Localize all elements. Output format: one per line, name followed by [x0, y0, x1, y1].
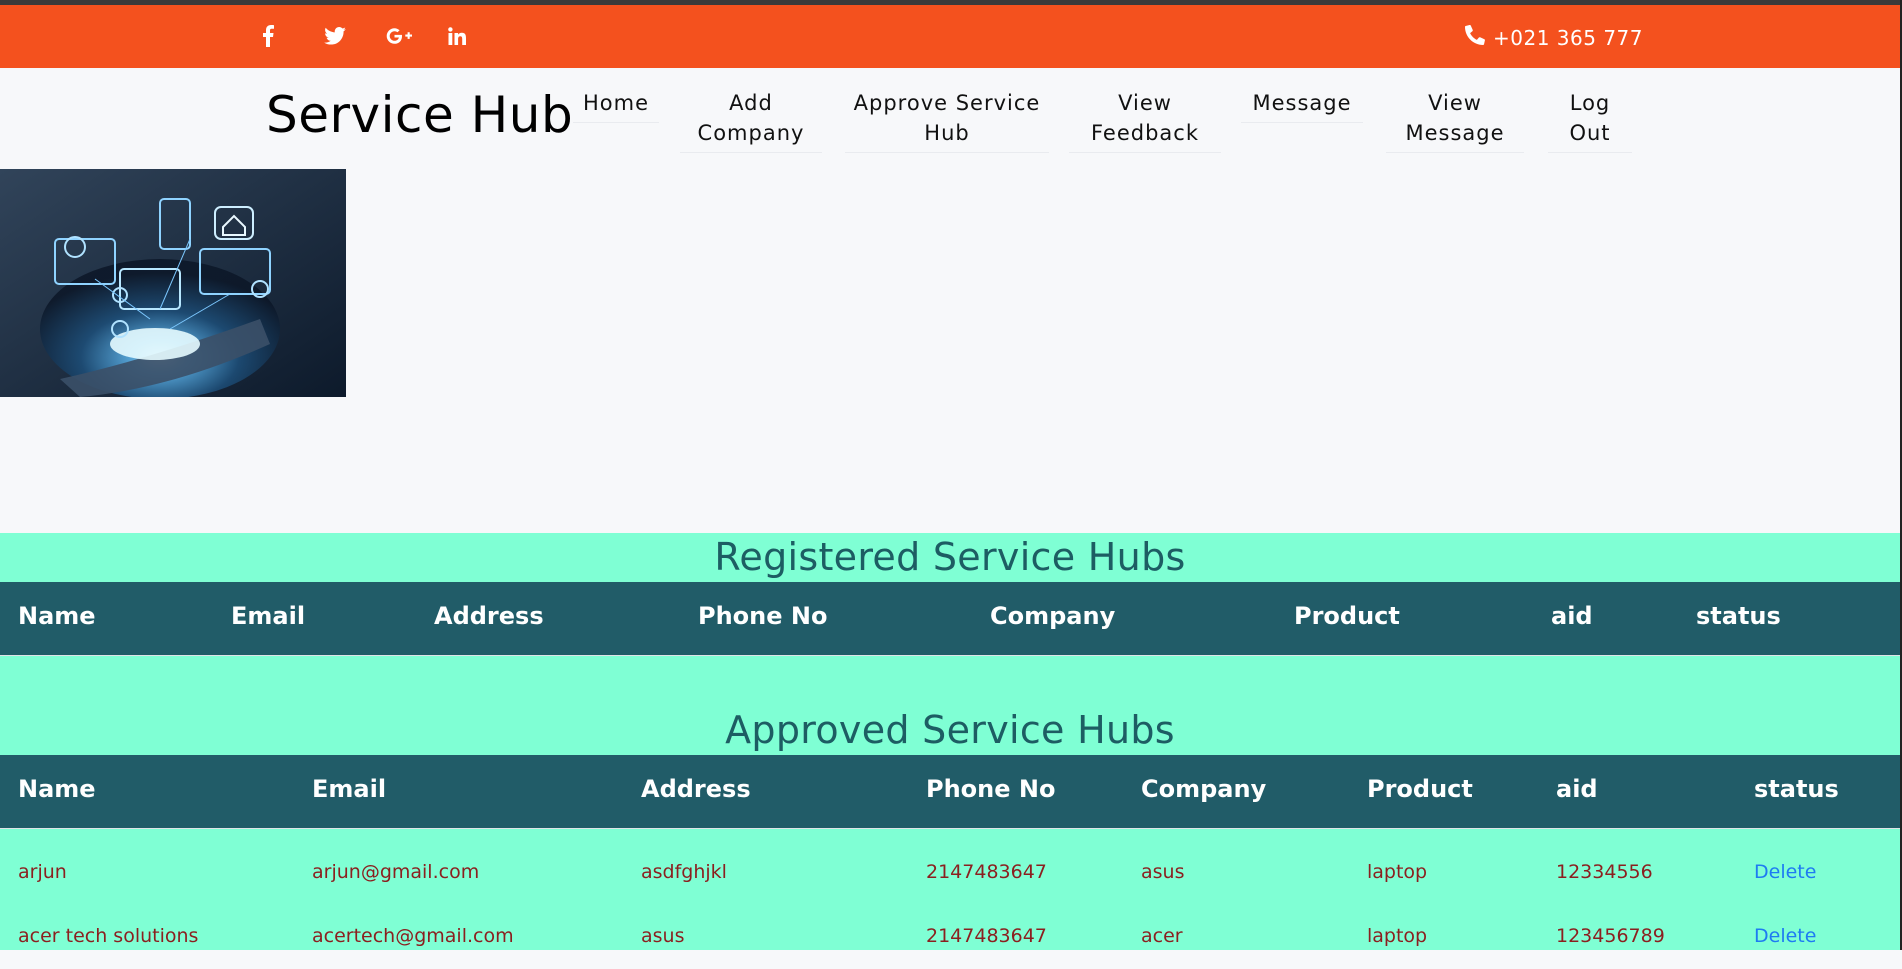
col-status: status — [1696, 602, 1781, 630]
nav-item-message[interactable]: Message — [1241, 88, 1363, 123]
cell-name: arjun — [18, 861, 67, 883]
cell-company: acer — [1141, 925, 1183, 947]
table-row: arjun arjun@gmail.com asdfghjkl 21474836… — [0, 845, 1900, 905]
approved-heading: Approved Service Hubs — [725, 708, 1175, 752]
table-row: acer tech solutions acertech@gmail.com a… — [0, 909, 1900, 969]
nav-item-home[interactable]: Home — [573, 88, 659, 123]
col-address: Address — [434, 602, 544, 630]
col-name: Name — [18, 775, 96, 803]
social-links — [262, 21, 510, 51]
col-company: Company — [1141, 775, 1267, 803]
nav-item-view-message[interactable]: View Message — [1386, 88, 1524, 153]
facebook-icon[interactable] — [262, 21, 324, 51]
col-phone: Phone No — [926, 775, 1056, 803]
approved-table-header: Name Email Address Phone No Company Prod… — [0, 755, 1900, 829]
col-email: Email — [231, 602, 306, 630]
col-status: status — [1754, 775, 1839, 803]
nav-item-view-feedback[interactable]: View Feedback — [1069, 88, 1221, 153]
cell-email: arjun@gmail.com — [312, 861, 480, 883]
hero-image — [0, 169, 346, 397]
cell-name: acer tech solutions — [18, 925, 199, 947]
registered-heading: Registered Service Hubs — [714, 535, 1186, 579]
col-email: Email — [312, 775, 387, 803]
col-address: Address — [641, 775, 751, 803]
col-name: Name — [18, 602, 96, 630]
cell-aid: 12334556 — [1556, 861, 1653, 883]
cell-product: laptop — [1367, 925, 1428, 947]
cell-company: asus — [1141, 861, 1185, 883]
top-bar: +021 365 777 — [0, 5, 1902, 68]
cell-aid: 123456789 — [1556, 925, 1665, 947]
col-company: Company — [990, 602, 1116, 630]
cell-email: acertech@gmail.com — [312, 925, 514, 947]
phone-contact: +021 365 777 — [1465, 24, 1643, 50]
col-aid: aid — [1556, 775, 1598, 803]
delete-link[interactable]: Delete — [1754, 861, 1816, 883]
col-phone: Phone No — [698, 602, 828, 630]
cell-address: asus — [641, 925, 685, 947]
delete-link[interactable]: Delete — [1754, 925, 1816, 947]
twitter-icon[interactable] — [324, 21, 386, 51]
linkedin-icon[interactable] — [448, 21, 510, 51]
cell-address: asdfghjkl — [641, 861, 727, 883]
col-product: Product — [1367, 775, 1473, 803]
nav-item-add-company[interactable]: Add Company — [680, 88, 822, 153]
nav-item-approve-service-hub[interactable]: Approve Service Hub — [845, 88, 1049, 153]
nav-item-log-out[interactable]: Log Out — [1548, 88, 1632, 153]
col-product: Product — [1294, 602, 1400, 630]
main-nav: Home Add Company Approve Service Hub Vie… — [0, 88, 1902, 168]
phone-number: +021 365 777 — [1493, 25, 1643, 50]
registered-table-header: Name Email Address Phone No Company Prod… — [0, 582, 1900, 656]
google-plus-icon[interactable] — [386, 21, 448, 51]
cell-phone: 2147483647 — [926, 925, 1047, 947]
cell-product: laptop — [1367, 861, 1428, 883]
cell-phone: 2147483647 — [926, 861, 1047, 883]
col-aid: aid — [1551, 602, 1593, 630]
phone-icon — [1465, 24, 1485, 50]
